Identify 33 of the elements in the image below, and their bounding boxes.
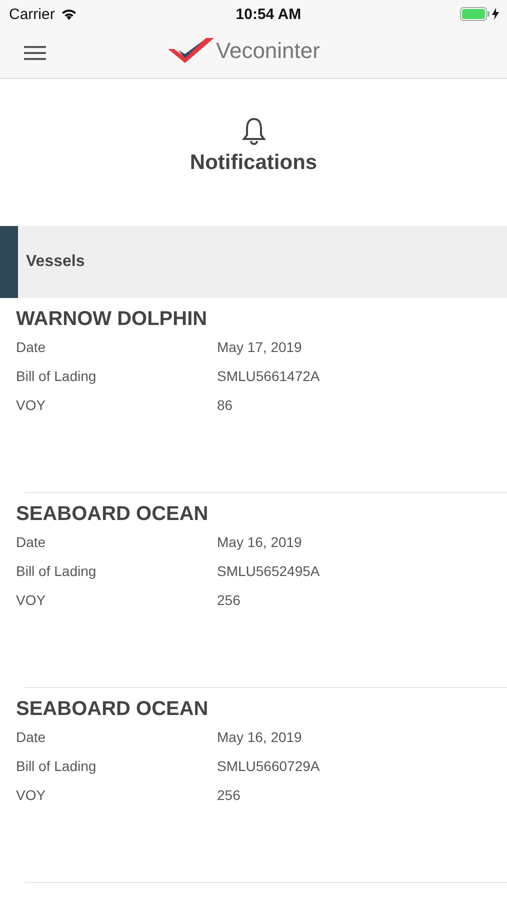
brand-name: Veconinter <box>216 38 320 64</box>
field-value: SMLU5661472A <box>217 368 321 386</box>
page-title: Notifications <box>190 151 318 175</box>
field-label: VOY <box>16 787 47 805</box>
section-title: Vessels <box>26 253 85 271</box>
logo-icon <box>168 36 214 66</box>
field-value: 86 <box>217 397 234 415</box>
field-label: Bill of Lading <box>16 368 98 386</box>
field-value: SMLU5652495A <box>217 563 321 581</box>
battery-icon <box>460 7 490 21</box>
field-label: Date <box>16 729 47 747</box>
field-value: 256 <box>217 787 242 805</box>
vessel-name: SEABOARD OCEAN <box>16 698 210 721</box>
field-label: Bill of Lading <box>16 563 98 581</box>
field-label: VOY <box>16 397 47 415</box>
section-accent-bar <box>0 226 18 298</box>
wifi-icon <box>60 8 77 20</box>
charging-icon <box>492 8 499 20</box>
clock-time: 10:54 AM <box>236 6 302 22</box>
field-value: May 17, 2019 <box>217 339 303 357</box>
vessel-name: WARNOW DOLPHIN <box>16 308 208 331</box>
field-label: VOY <box>16 592 47 610</box>
field-label: Date <box>16 534 47 552</box>
bell-icon <box>240 117 266 145</box>
carrier-name: Carrier <box>9 6 55 22</box>
field-value: 256 <box>217 592 242 610</box>
field-value: May 16, 2019 <box>217 534 303 552</box>
field-value: SMLU5660729A <box>217 758 321 776</box>
field-label: Date <box>16 339 47 357</box>
field-value: May 16, 2019 <box>217 729 303 747</box>
field-label: Bill of Lading <box>16 758 98 776</box>
menu-button[interactable] <box>24 45 46 61</box>
vessel-name: SEABOARD OCEAN <box>16 503 210 526</box>
